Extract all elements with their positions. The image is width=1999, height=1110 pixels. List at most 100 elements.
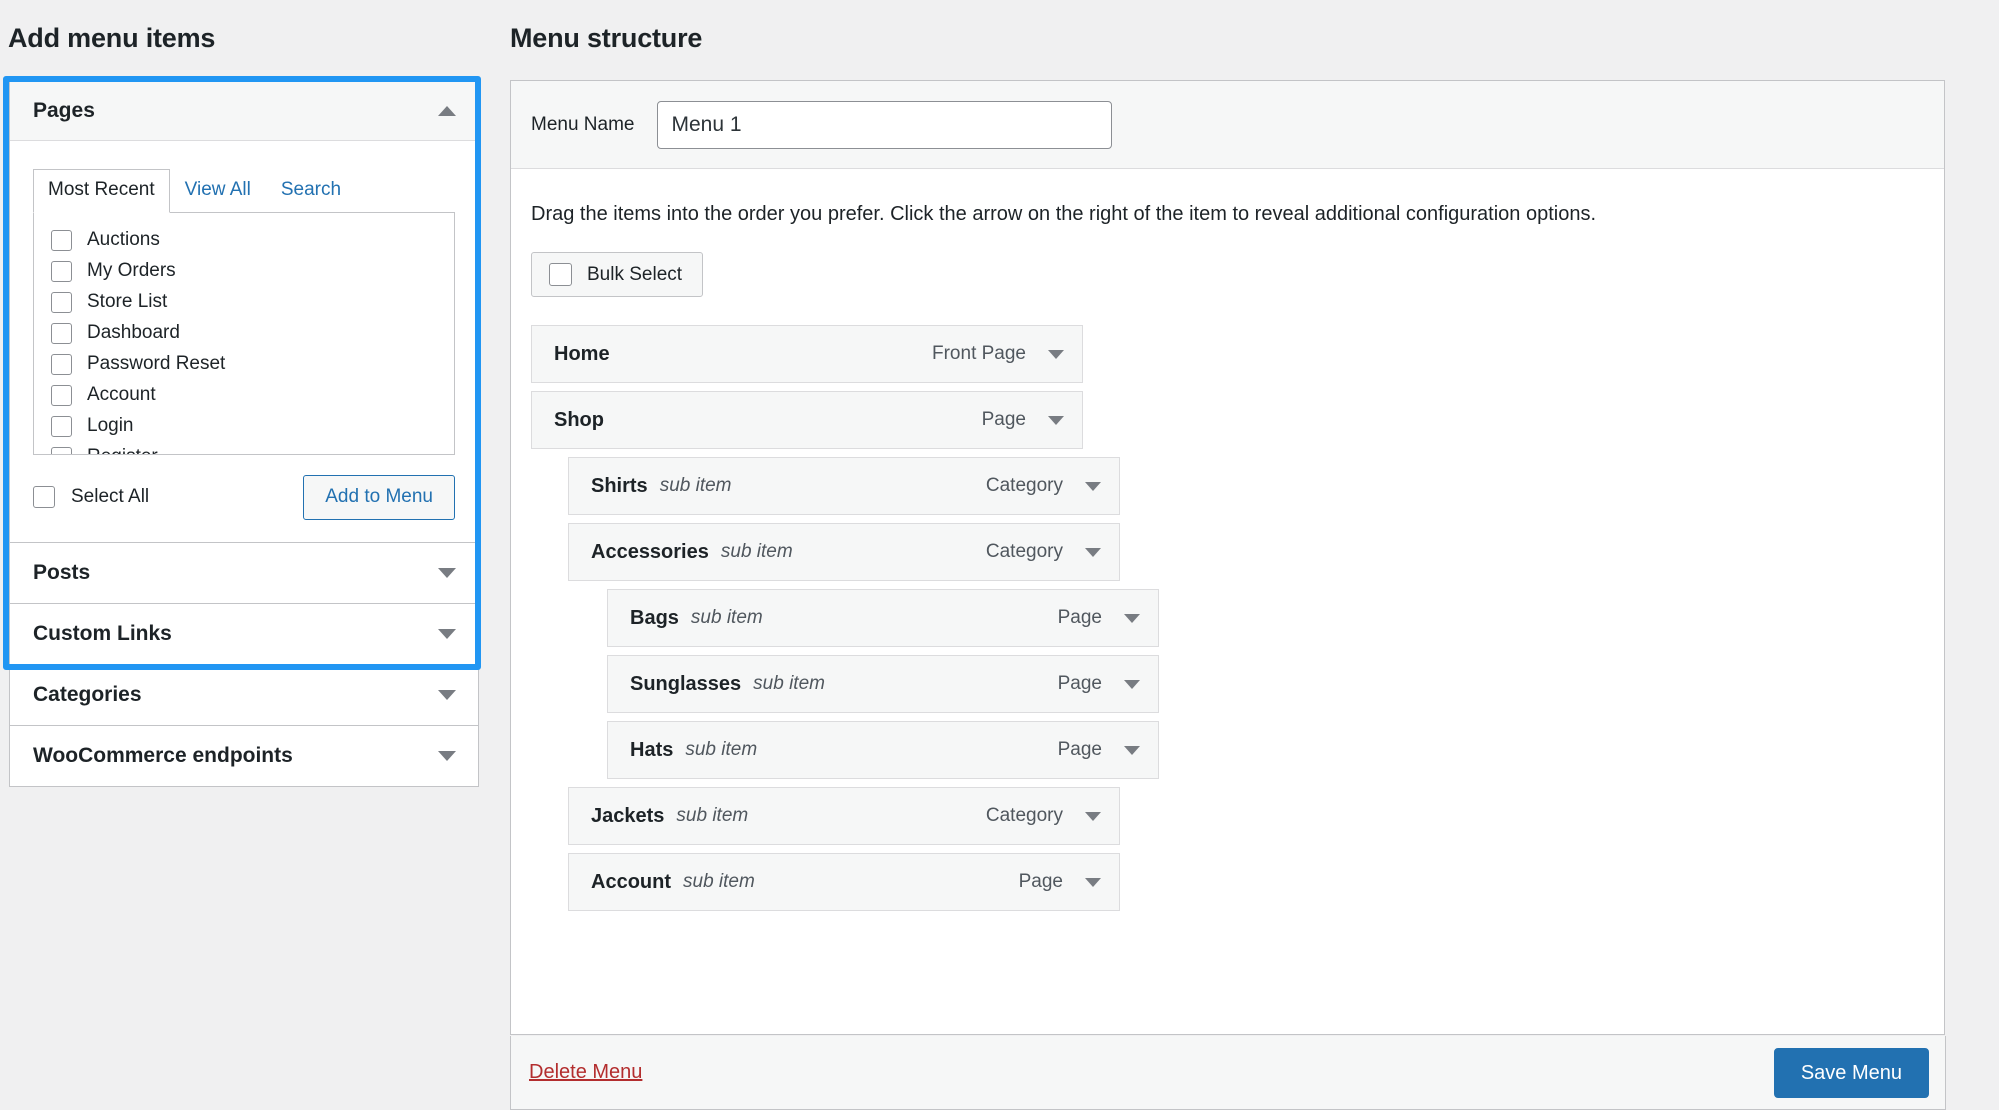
tab-most-recent[interactable]: Most Recent	[33, 169, 170, 213]
checkbox-dashboard[interactable]	[51, 322, 72, 344]
menu-name-label: Menu Name	[531, 113, 635, 135]
menu-structure-heading: Menu structure	[510, 23, 703, 53]
checkbox-login[interactable]	[51, 415, 72, 437]
add-to-menu-button[interactable]: Add to Menu	[303, 474, 455, 520]
page-label: Account	[87, 384, 156, 406]
chevron-down-icon[interactable]	[1124, 745, 1140, 755]
menu-item-home[interactable]: Home Front Page	[531, 325, 1083, 383]
chevron-down-icon[interactable]	[1048, 415, 1064, 425]
checkbox-select-all[interactable]	[33, 486, 55, 509]
menu-item-shop[interactable]: Shop Page	[531, 391, 1083, 449]
menu-item-account[interactable]: Account sub item Page	[568, 853, 1120, 911]
checkbox-password-reset[interactable]	[51, 353, 72, 375]
menu-structure-column: Menu structure Menu Name Drag the items …	[510, 0, 1999, 1110]
menu-name-input[interactable]	[656, 100, 1112, 149]
page-list-item[interactable]: Login	[34, 411, 454, 442]
menu-item-accessories[interactable]: Accessories sub item Category	[568, 523, 1120, 581]
chevron-down-icon[interactable]	[1085, 811, 1101, 821]
menu-item-type: Page	[1057, 739, 1102, 760]
menu-items-list: Home Front Page Shop Page Shirts sub ite…	[511, 325, 1944, 911]
page-list-item[interactable]: Register	[34, 442, 454, 454]
menu-item-hats[interactable]: Hats sub item Page	[607, 721, 1159, 779]
add-menu-items-accordion: Pages Most Recent View All Search Auctio…	[9, 80, 479, 787]
accordion-header-woocommerce-endpoints[interactable]: WooCommerce endpoints	[10, 725, 478, 786]
menu-item-type: Page	[1057, 607, 1102, 628]
menu-item-title: Accessories	[591, 540, 709, 563]
menu-item-title: Shirts	[591, 474, 648, 497]
accordion-panel-pages: Pages Most Recent View All Search Auctio…	[10, 81, 478, 543]
menu-name-row: Menu Name	[511, 81, 1944, 169]
chevron-down-icon[interactable]	[1048, 349, 1064, 359]
chevron-down-icon[interactable]	[1085, 877, 1101, 887]
bulk-select-label: Bulk Select	[587, 263, 683, 285]
accordion-title-woocommerce-endpoints: WooCommerce endpoints	[33, 743, 293, 767]
menu-item-jackets[interactable]: Jackets sub item Category	[568, 787, 1120, 845]
menu-item-sub-label: sub item	[720, 541, 793, 562]
page-list-item[interactable]: Account	[34, 380, 454, 411]
page-label: Dashboard	[87, 322, 180, 344]
accordion-panel-custom-links: Custom Links	[10, 603, 478, 665]
pages-tab-list: Most Recent View All Search	[33, 169, 455, 213]
page-label: Store List	[87, 291, 168, 313]
menu-item-sunglasses[interactable]: Sunglasses sub item Page	[607, 655, 1159, 713]
chevron-down-icon[interactable]	[1124, 613, 1140, 623]
triangle-down-icon[interactable]	[438, 750, 456, 761]
accordion-header-custom-links[interactable]: Custom Links	[10, 603, 478, 664]
menu-editor-screen: Add menu items Pages Most Recent View Al…	[0, 0, 1999, 1110]
menu-item-sub-label: sub item	[685, 739, 758, 760]
menu-item-type: Category	[985, 805, 1063, 826]
menu-item-title: Sunglasses	[630, 672, 742, 695]
accordion-header-categories[interactable]: Categories	[10, 664, 478, 725]
page-label: My Orders	[87, 260, 176, 282]
menu-item-type: Page	[981, 409, 1026, 430]
accordion-header-pages[interactable]: Pages	[10, 81, 478, 141]
page-list-item[interactable]: My Orders	[34, 256, 454, 287]
menu-item-type: Category	[985, 475, 1063, 496]
pages-panel-footer: Select All Add to Menu	[33, 474, 455, 520]
accordion-body-pages: Most Recent View All Search Auctions My …	[10, 141, 478, 542]
chevron-down-icon[interactable]	[1085, 547, 1101, 557]
menu-item-bags[interactable]: Bags sub item Page	[607, 589, 1159, 647]
tab-search[interactable]: Search	[266, 169, 356, 212]
checkbox-register[interactable]	[51, 446, 72, 454]
chevron-down-icon[interactable]	[1124, 679, 1140, 689]
page-list-item[interactable]: Password Reset	[34, 349, 454, 380]
add-menu-items-heading: Add menu items	[8, 23, 216, 53]
menu-item-type: Category	[985, 541, 1063, 562]
menu-item-shirts[interactable]: Shirts sub item Category	[568, 457, 1120, 515]
bulk-select-control[interactable]: Bulk Select	[531, 252, 704, 297]
menu-item-type: Front Page	[932, 343, 1026, 364]
triangle-down-icon[interactable]	[438, 689, 456, 700]
menu-item-sub-label: sub item	[753, 673, 825, 694]
page-list-item[interactable]: Auctions	[34, 225, 454, 256]
checkbox-my-orders[interactable]	[51, 260, 72, 282]
select-all-control[interactable]: Select All	[33, 486, 150, 509]
tab-view-all[interactable]: View All	[170, 169, 266, 212]
page-list-item[interactable]: Store List	[34, 287, 454, 318]
drag-instructions: Drag the items into the order you prefer…	[531, 203, 1597, 225]
delete-menu-link[interactable]: Delete Menu	[529, 1061, 642, 1084]
checkbox-bulk-select[interactable]	[549, 263, 572, 286]
accordion-header-posts[interactable]: Posts	[10, 542, 478, 603]
page-list-item[interactable]: Dashboard	[34, 318, 454, 349]
accordion-panel-posts: Posts	[10, 542, 478, 604]
checkbox-auctions[interactable]	[51, 229, 72, 251]
menu-actions-footer: Delete Menu Save Menu	[510, 1036, 1946, 1110]
save-menu-button[interactable]: Save Menu	[1773, 1047, 1929, 1098]
page-label: Auctions	[87, 229, 160, 251]
menu-item-sub-label: sub item	[683, 871, 755, 892]
triangle-down-icon[interactable]	[438, 628, 456, 639]
menu-item-title: Home	[554, 342, 610, 365]
triangle-down-icon[interactable]	[438, 567, 456, 578]
select-all-label: Select All	[71, 486, 150, 508]
menu-item-sub-label: sub item	[676, 805, 749, 826]
pages-tab-panel: Auctions My Orders Store List Dashboard …	[33, 211, 455, 455]
menu-item-title: Hats	[630, 738, 674, 761]
accordion-title-posts: Posts	[33, 560, 91, 584]
menu-item-title: Shop	[554, 408, 604, 431]
chevron-down-icon[interactable]	[1085, 481, 1101, 491]
triangle-up-icon[interactable]	[438, 105, 456, 116]
page-label: Password Reset	[87, 353, 226, 375]
checkbox-account[interactable]	[51, 384, 72, 406]
checkbox-store-list[interactable]	[51, 291, 72, 313]
